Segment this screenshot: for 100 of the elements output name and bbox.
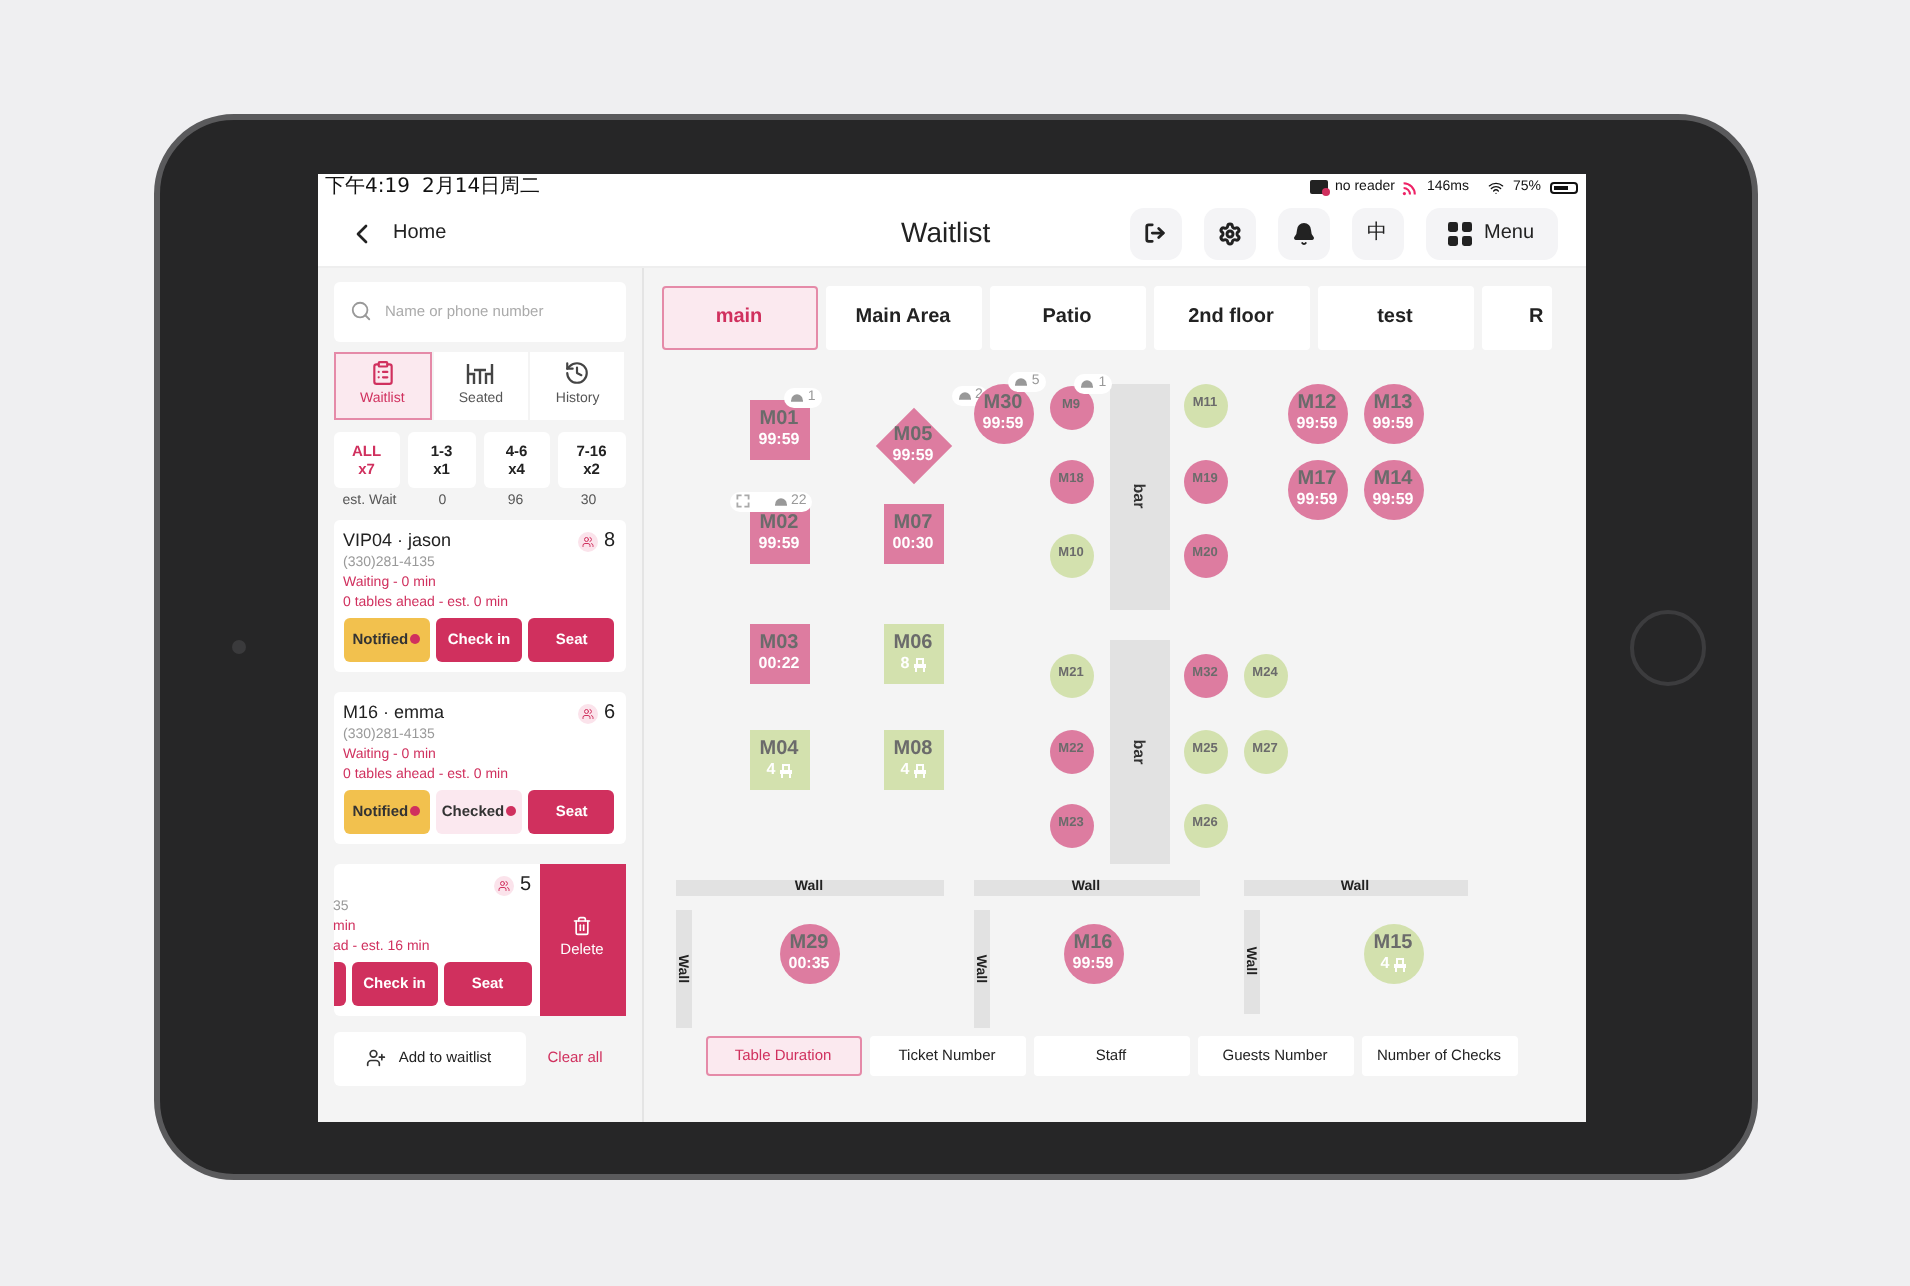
table-shape[interactable] bbox=[1049, 533, 1093, 577]
table-label: M29 bbox=[789, 934, 829, 954]
table-timer: 99:59 bbox=[982, 416, 1024, 432]
table-shape[interactable] bbox=[1183, 383, 1227, 427]
chair-icon bbox=[779, 763, 792, 777]
signal-icon bbox=[1402, 179, 1419, 195]
area-tab[interactable]: main bbox=[661, 285, 817, 349]
cloche-icon bbox=[789, 392, 804, 402]
table-shape[interactable] bbox=[1049, 385, 1093, 429]
table-shape[interactable] bbox=[1363, 459, 1423, 519]
table-shape[interactable] bbox=[883, 729, 943, 789]
party-size: 6 bbox=[603, 700, 615, 728]
table-shape[interactable] bbox=[1243, 653, 1287, 697]
area-tab[interactable]: Patio bbox=[989, 285, 1145, 349]
language-button[interactable]: 中 bbox=[1351, 207, 1403, 259]
seat-count: 4 bbox=[1380, 956, 1390, 972]
area-tab[interactable]: 2nd floor bbox=[1153, 285, 1309, 349]
bar-label: bar bbox=[1131, 738, 1147, 764]
table-shape[interactable] bbox=[1049, 459, 1093, 503]
table-label: M14 bbox=[1373, 470, 1413, 490]
exit-button[interactable] bbox=[1129, 207, 1181, 259]
area-tab[interactable]: R bbox=[1481, 285, 1551, 349]
search-icon bbox=[349, 299, 371, 321]
table-label: M16 bbox=[1073, 934, 1113, 954]
table-shape[interactable] bbox=[1183, 729, 1227, 773]
table-shape[interactable] bbox=[1183, 803, 1227, 847]
table-shape[interactable] bbox=[973, 383, 1033, 443]
battery-icon bbox=[1549, 181, 1577, 193]
table-shape[interactable] bbox=[1183, 533, 1227, 577]
table-shape[interactable] bbox=[749, 399, 809, 459]
area-tab[interactable]: test bbox=[1317, 285, 1473, 349]
table-label: M17 bbox=[1297, 470, 1337, 490]
table-shape[interactable] bbox=[1183, 653, 1227, 697]
settings-icon bbox=[1217, 221, 1241, 245]
entry-title: M16 · emma bbox=[343, 699, 445, 726]
status-time: 下午4:19 bbox=[325, 177, 410, 197]
table-shape[interactable] bbox=[1287, 459, 1347, 519]
table-shape[interactable] bbox=[883, 623, 943, 683]
table-shape[interactable] bbox=[749, 623, 809, 683]
table-timer: 00:35 bbox=[788, 956, 830, 972]
table-shape[interactable] bbox=[1243, 729, 1287, 773]
table-shape[interactable] bbox=[1063, 923, 1123, 983]
bar-label: bar bbox=[1131, 483, 1147, 509]
cloche-icon bbox=[773, 496, 787, 506]
settings-button[interactable] bbox=[1203, 207, 1255, 259]
party-icon bbox=[493, 875, 514, 895]
table-timer: 99:59 bbox=[758, 432, 800, 448]
table-shape[interactable] bbox=[883, 503, 943, 563]
table-label: M13 bbox=[1373, 394, 1413, 414]
area-tab[interactable]: Main Area bbox=[825, 285, 981, 349]
table-icon bbox=[466, 359, 495, 386]
table-label: M03 bbox=[759, 634, 799, 654]
menu-button[interactable]: Menu bbox=[1425, 207, 1557, 259]
table-label: M02 bbox=[759, 514, 799, 534]
history-icon bbox=[564, 359, 591, 386]
cloche-icon bbox=[957, 390, 971, 400]
table-shape[interactable] bbox=[1363, 923, 1423, 983]
table-timer: 00:22 bbox=[758, 656, 800, 672]
status-date: 2月14日周二 bbox=[421, 177, 541, 197]
wifi-icon bbox=[1488, 179, 1505, 195]
table-timer: 99:59 bbox=[1296, 416, 1338, 432]
table-label: M06 bbox=[893, 634, 933, 654]
chair-icon bbox=[1393, 957, 1406, 971]
add-person-icon bbox=[366, 1048, 387, 1068]
table-shape[interactable] bbox=[1287, 383, 1347, 443]
party-size: 5 bbox=[519, 872, 531, 900]
table-label: M07 bbox=[893, 514, 933, 534]
grid-icon bbox=[1447, 221, 1472, 245]
table-shape[interactable] bbox=[1049, 729, 1093, 773]
table-timer: 99:59 bbox=[892, 448, 934, 464]
table-timer: 99:59 bbox=[758, 536, 800, 552]
cloche-icon bbox=[1013, 376, 1028, 386]
table-shape[interactable] bbox=[779, 923, 839, 983]
table-shape[interactable] bbox=[1183, 459, 1227, 503]
trash-icon bbox=[572, 916, 592, 937]
table-label: M30 bbox=[983, 394, 1023, 414]
back-link[interactable]: Home bbox=[393, 218, 447, 248]
table-label: M08 bbox=[893, 740, 933, 760]
table-label: M05 bbox=[893, 426, 933, 446]
notification-button[interactable] bbox=[1277, 207, 1329, 259]
cloche-icon bbox=[1080, 378, 1095, 388]
table-label: M01 bbox=[759, 410, 799, 430]
table-label: M04 bbox=[759, 740, 799, 760]
table-timer: 99:59 bbox=[1296, 492, 1338, 508]
table-timer: 99:59 bbox=[1072, 956, 1114, 972]
table-shape[interactable] bbox=[1363, 383, 1423, 443]
page-title: Waitlist bbox=[901, 214, 991, 252]
button-edge[interactable] bbox=[333, 961, 345, 1005]
table-label: M15 bbox=[1373, 934, 1413, 954]
table-label: M12 bbox=[1297, 394, 1337, 414]
table-shape[interactable] bbox=[1049, 653, 1093, 697]
card-reader-icon bbox=[1309, 180, 1327, 194]
bell-icon bbox=[1291, 221, 1315, 245]
table-shape[interactable] bbox=[749, 729, 809, 789]
party-icon bbox=[577, 703, 598, 723]
table-timer: 00:30 bbox=[892, 536, 934, 552]
table-shape[interactable] bbox=[1049, 803, 1093, 847]
chair-icon bbox=[913, 657, 926, 671]
table-timer: 99:59 bbox=[1372, 492, 1414, 508]
exit-icon bbox=[1144, 222, 1166, 244]
